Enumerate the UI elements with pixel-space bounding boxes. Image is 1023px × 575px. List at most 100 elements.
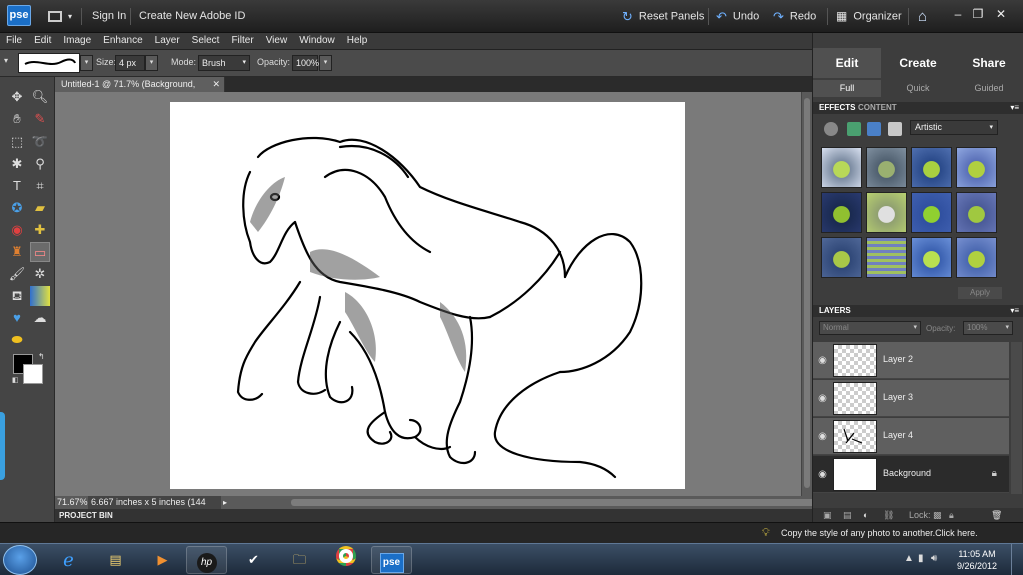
layer-row[interactable]: ◉ Layer 3 — [813, 380, 1009, 417]
layer-row[interactable]: ◉ Layer 4 — [813, 418, 1009, 455]
move-tool-icon[interactable]: ✥ — [7, 87, 27, 107]
tab-quick[interactable]: Quick — [883, 80, 953, 97]
effect-thumbnail[interactable] — [911, 237, 952, 278]
paint-bucket-tool-icon[interactable]: ⛾ — [7, 286, 27, 306]
chrome-icon[interactable] — [325, 546, 366, 574]
brush-picker-arrow[interactable]: ▾ — [80, 55, 93, 71]
eye-icon[interactable]: ◉ — [816, 430, 829, 443]
tab-create[interactable]: Create — [883, 48, 953, 78]
redo-button[interactable]: ↷ Redo — [773, 0, 816, 33]
menu-item[interactable]: File — [0, 33, 28, 50]
project-bin[interactable]: PROJECT BIN — [55, 509, 812, 522]
filters-icon[interactable] — [824, 122, 838, 136]
red-eye-tool-icon[interactable]: ◉ — [7, 220, 27, 240]
marquee-tool-icon[interactable]: ⬚ — [7, 132, 27, 152]
menu-item[interactable]: Edit — [28, 33, 57, 50]
vertical-scrollbar[interactable] — [801, 92, 812, 496]
folder-icon[interactable]: 🗀︎ — [279, 546, 320, 574]
scroll-thumb[interactable] — [804, 98, 810, 488]
layer-opacity-field[interactable]: 100% ▾ — [963, 321, 1013, 335]
mode-dropdown[interactable]: Brush ▾ — [198, 55, 250, 71]
panel-menu-icon[interactable]: ▾≡ — [1010, 305, 1019, 317]
media-player-icon[interactable]: ▶ — [142, 546, 183, 574]
default-colors-icon[interactable]: ◧ — [12, 376, 19, 384]
layer-row-selected[interactable]: ◉ Background 🔒︎ — [813, 456, 1009, 493]
layers-scrollbar[interactable] — [1011, 342, 1022, 494]
adjustment-layer-icon[interactable]: ◐ — [863, 510, 868, 520]
home-icon[interactable]: ⌂ — [918, 0, 927, 33]
effect-thumbnail[interactable] — [956, 192, 997, 233]
swap-colors-icon[interactable]: ↰ — [38, 352, 45, 361]
sponge-tool-icon[interactable]: ⬬ — [7, 330, 27, 350]
start-button[interactable] — [3, 545, 37, 575]
create-adobe-id-link[interactable]: Create New Adobe ID — [139, 0, 245, 33]
eyedropper-tool-icon[interactable]: ✎ — [30, 109, 50, 129]
crop-tool-icon[interactable]: ⌗ — [30, 176, 50, 196]
tab-guided[interactable]: Guided — [954, 80, 1023, 97]
menu-item[interactable]: Layer — [149, 33, 186, 50]
restore-icon[interactable]: ❐ — [970, 6, 986, 22]
eraser-tool-icon[interactable]: ▭ — [30, 242, 50, 262]
menu-item[interactable]: View — [260, 33, 294, 50]
sign-in-link[interactable]: Sign In — [92, 0, 126, 33]
effect-thumbnail[interactable] — [866, 147, 907, 188]
lock-transparency-icon[interactable]: ▩ — [933, 510, 942, 521]
clone-stamp-tool-icon[interactable]: ♜ — [7, 242, 27, 262]
file-explorer-icon[interactable]: ▤ — [95, 546, 136, 574]
trash-icon[interactable]: 🗑︎ — [991, 510, 1002, 521]
smart-brush-tool-icon[interactable]: ✲ — [30, 264, 50, 284]
show-desktop-button[interactable] — [1011, 544, 1023, 575]
hand-tool-icon[interactable]: ✋︎ — [7, 109, 27, 129]
effect-thumbnail[interactable] — [911, 147, 952, 188]
straighten-tool-icon[interactable]: ▰ — [30, 198, 50, 218]
lasso-tool-icon[interactable]: ➰ — [30, 132, 50, 152]
panel-menu-icon[interactable]: ▾≡ — [1010, 102, 1019, 114]
effects-category-dropdown[interactable]: Artistic ▾ — [910, 120, 998, 135]
volume-icon[interactable]: 🔊︎ — [931, 553, 937, 564]
menu-item[interactable]: Help — [341, 33, 374, 50]
tab-share[interactable]: Share — [954, 48, 1023, 78]
internet-explorer-icon[interactable]: ℯ — [48, 546, 89, 574]
eye-icon[interactable]: ◉ — [816, 392, 829, 405]
tool-preset-arrow-icon[interactable]: ▾ — [4, 56, 8, 65]
blend-mode-dropdown[interactable]: Normal ▾ — [819, 321, 921, 335]
document-tab[interactable]: Untitled-1 @ 71.7% (Background, RGB/8) *… — [55, 77, 225, 104]
layer-styles-icon[interactable] — [847, 122, 861, 136]
blur-tool-icon[interactable]: ☁ — [30, 308, 50, 328]
network-icon[interactable]: ▮ — [918, 553, 924, 564]
horizontal-scroll-thumb[interactable] — [291, 499, 841, 506]
effect-thumbnail[interactable] — [866, 192, 907, 233]
tab-content[interactable]: CONTENT — [858, 102, 897, 114]
menu-item[interactable]: Image — [57, 33, 97, 50]
eye-icon[interactable]: ◉ — [816, 354, 829, 367]
tab-edit[interactable]: Edit — [813, 48, 881, 78]
side-panel-tab[interactable] — [0, 412, 5, 480]
document-image[interactable] — [170, 102, 685, 489]
effect-thumbnail[interactable] — [821, 147, 862, 188]
undo-button[interactable]: ↶ Undo — [716, 0, 759, 33]
close-icon[interactable]: ✕ — [212, 77, 220, 92]
photoshop-elements-taskbar-icon[interactable]: pse — [371, 546, 412, 574]
brush-preview[interactable] — [18, 53, 80, 73]
effect-thumbnail[interactable] — [821, 237, 862, 278]
quick-selection-tool-icon[interactable]: ⚲ — [30, 154, 50, 174]
effect-thumbnail[interactable] — [821, 192, 862, 233]
tab-effects[interactable]: EFFECTS — [819, 102, 855, 114]
brush-tool-icon[interactable]: 🖌︎ — [7, 264, 27, 284]
magic-wand-tool-icon[interactable]: ✱ — [7, 154, 27, 174]
link-icon[interactable]: ⛓ — [883, 510, 894, 521]
arrange-button[interactable]: ▾ — [48, 0, 72, 33]
minimize-icon[interactable]: – — [950, 6, 966, 22]
type-tool-icon[interactable]: T — [7, 176, 27, 196]
tab-full[interactable]: Full — [813, 80, 881, 97]
menu-item[interactable]: Window — [293, 33, 341, 50]
shape-tool-icon[interactable]: ♥ — [7, 308, 27, 328]
spot-healing-tool-icon[interactable]: ✚ — [30, 220, 50, 240]
zoom-readout[interactable]: 71.67% — [57, 496, 88, 509]
organizer-button[interactable]: ▦ Organizer — [836, 0, 902, 33]
checkmark-app-icon[interactable]: ✔ — [233, 546, 274, 574]
size-slider-arrow[interactable]: ▾ — [145, 55, 158, 71]
gradient-tool-icon[interactable] — [30, 286, 50, 306]
apply-button[interactable]: Apply — [958, 287, 1002, 299]
hint-text[interactable]: Copy the style of any photo to another.C… — [781, 528, 978, 538]
